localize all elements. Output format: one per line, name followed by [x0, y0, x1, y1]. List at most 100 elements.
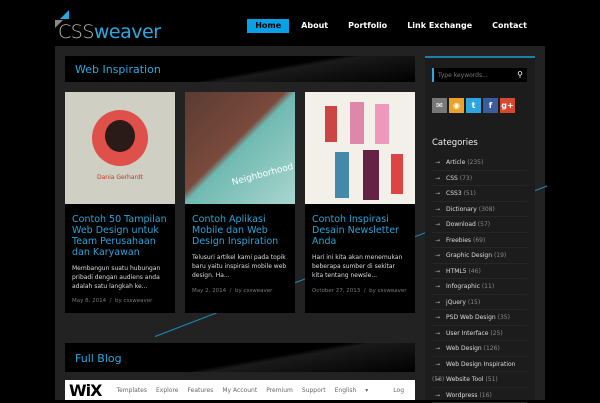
section-header-full-blog: Full Blog: [65, 343, 415, 372]
logo-prefix: CSS: [58, 21, 94, 43]
post-author[interactable]: by cssweaver: [115, 298, 152, 304]
post-meta: May 8, 2014 / by cssweaver: [72, 298, 152, 304]
arrow-right-icon: →: [435, 345, 440, 352]
post-thumbnail[interactable]: Dania Gerhardt: [65, 92, 175, 204]
category-item[interactable]: →Freebies (69): [432, 233, 527, 249]
site-logo[interactable]: CSSweaver: [55, 8, 165, 44]
categories-title: Categories: [432, 138, 478, 148]
email-icon[interactable]: ✉: [432, 98, 447, 113]
nav-portfolio[interactable]: Portfolio: [340, 19, 395, 33]
post-meta: May 2, 2014 / by cssweaver: [192, 288, 272, 294]
post-excerpt: Hari ini kita akan menemukan beberapa su…: [305, 247, 415, 280]
category-count: (69): [473, 237, 485, 244]
google-plus-icon[interactable]: g+: [500, 98, 515, 113]
category-name[interactable]: CSS3: [446, 190, 462, 197]
category-name[interactable]: Web Design Inspiration: [446, 361, 515, 368]
arrow-right-icon: →: [435, 159, 440, 166]
category-item[interactable]: →Download (57): [432, 217, 527, 233]
arrow-right-icon: →: [435, 190, 440, 197]
category-name[interactable]: HTML5: [446, 268, 467, 275]
arrow-right-icon: →: [435, 330, 440, 337]
post-author[interactable]: by cssweaver: [369, 288, 406, 294]
post-date: May 2, 2014: [192, 288, 226, 294]
meta-separator: /: [364, 288, 366, 294]
post-card[interactable]: Dania Gerhardt Contoh 50 Tampilan Web De…: [65, 92, 175, 313]
category-name[interactable]: Freebies: [446, 237, 471, 244]
post-card[interactable]: Contoh Inspirasi Desain Newsletter Anda …: [305, 92, 415, 313]
post-title[interactable]: Contoh Aplikasi Mobile dan Web Design In…: [185, 204, 295, 247]
category-name[interactable]: Graphic Design: [446, 252, 492, 259]
post-title[interactable]: Contoh Inspirasi Desain Newsletter Anda: [305, 204, 415, 247]
search-input[interactable]: Type keywords... ⚲: [432, 68, 527, 82]
post-thumbnail[interactable]: Neighborhood: [185, 92, 295, 204]
wix-link: My Account: [222, 387, 257, 394]
section-header-web-inspiration: Web Inspiration: [65, 56, 415, 82]
category-name[interactable]: Website Tool: [446, 376, 483, 383]
twitter-icon[interactable]: t: [466, 98, 481, 113]
category-item[interactable]: → User Interface (25): [432, 326, 527, 342]
arrow-right-icon: →: [435, 206, 440, 213]
thumbnail-caption: Neighborhood: [231, 162, 295, 188]
category-name[interactable]: User Interface: [446, 330, 488, 337]
wix-logo: WiX: [69, 381, 101, 400]
category-item[interactable]: →Web Design (126): [432, 341, 527, 357]
post-thumbnail[interactable]: [305, 92, 415, 204]
nav-home[interactable]: Home: [247, 19, 289, 33]
category-item[interactable]: →Web Design Inspiration (58): [432, 357, 527, 373]
category-item[interactable]: → Article (235): [432, 155, 527, 171]
category-count: (35): [498, 314, 510, 321]
post-meta: October 27, 2013 / by cssweaver: [312, 288, 407, 294]
category-name[interactable]: PSD Web Design: [446, 314, 496, 321]
category-count: (51): [464, 190, 476, 197]
category-count: (235): [467, 159, 483, 166]
category-item[interactable]: →HTML5 (46): [432, 264, 527, 280]
arrow-right-icon: →: [435, 221, 440, 228]
section-title: Full Blog: [75, 352, 122, 365]
meta-separator: /: [230, 288, 232, 294]
category-count: (15): [468, 299, 480, 306]
category-item[interactable]: → Infographic (11): [432, 279, 527, 295]
category-name[interactable]: Wordpress: [446, 392, 478, 399]
category-item[interactable]: →PSD Web Design (35): [432, 310, 527, 326]
wix-language: English: [335, 387, 357, 394]
category-item[interactable]: →Graphic Design (19): [432, 248, 527, 264]
category-name[interactable]: CSS: [446, 175, 458, 182]
category-count: (51): [485, 376, 497, 383]
category-item[interactable]: →CSS (73): [432, 171, 527, 187]
wix-link: Premium: [266, 387, 293, 394]
category-name[interactable]: Infographic: [446, 283, 480, 290]
category-item[interactable]: → Dictionary (308): [432, 202, 527, 218]
blog-preview-wix[interactable]: WiX Templates Explore Features My Accoun…: [65, 380, 415, 400]
post-author[interactable]: by cssweaver: [235, 288, 272, 294]
meta-separator: /: [110, 298, 112, 304]
category-name[interactable]: Dictionary: [446, 206, 477, 213]
nav-about[interactable]: About: [293, 19, 336, 33]
category-count: (11): [482, 283, 494, 290]
category-item[interactable]: →Wordpress (16): [432, 388, 527, 403]
social-icons: ✉ ◉ t f g+: [432, 98, 515, 113]
chevron-down-icon: ▾: [365, 387, 368, 394]
category-item[interactable]: →jQuery (15): [432, 295, 527, 311]
search-icon[interactable]: ⚲: [517, 70, 523, 79]
category-count: (25): [490, 330, 502, 337]
rss-icon[interactable]: ◉: [449, 98, 464, 113]
category-item[interactable]: → Website Tool (51): [432, 372, 527, 388]
arrow-right-icon: →: [435, 376, 440, 383]
categories-list: →Article (235)→CSS (73)→CSS3 (51)→Dictio…: [432, 155, 527, 403]
category-name[interactable]: jQuery: [446, 299, 466, 306]
facebook-icon[interactable]: f: [483, 98, 498, 113]
arrow-right-icon: →: [435, 175, 440, 182]
nav-contact[interactable]: Contact: [484, 19, 535, 33]
thumbnail-caption: Dania Gerhardt: [65, 174, 175, 181]
post-title[interactable]: Contoh 50 Tampilan Web Design untuk Team…: [65, 204, 175, 258]
post-card[interactable]: Neighborhood Contoh Aplikasi Mobile dan …: [185, 92, 295, 313]
category-count: (308): [479, 206, 495, 213]
arrow-right-icon: →: [435, 283, 440, 290]
main-nav: Home About Portfolio Link Exchange Conta…: [243, 19, 535, 33]
category-name[interactable]: Article: [446, 159, 465, 166]
nav-link-exchange[interactable]: Link Exchange: [399, 19, 480, 33]
category-item[interactable]: → CSS3 (51): [432, 186, 527, 202]
category-name[interactable]: Web Design: [446, 345, 482, 352]
category-name[interactable]: Download: [446, 221, 476, 228]
post-date: October 27, 2013: [312, 288, 360, 294]
